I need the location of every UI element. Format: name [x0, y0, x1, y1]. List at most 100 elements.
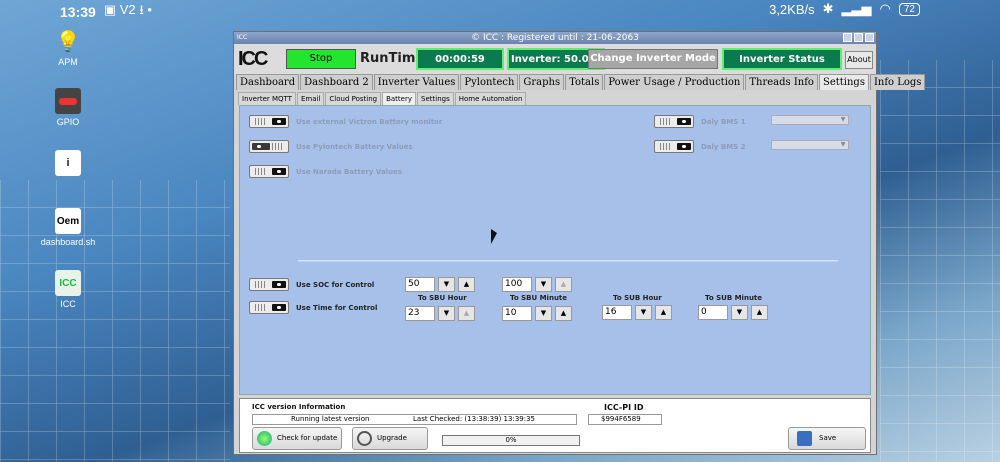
upgrade-button[interactable]: Upgrade: [352, 427, 428, 450]
soc-high-input[interactable]: 100: [502, 277, 532, 292]
increment-button[interactable]: ▲: [458, 277, 475, 292]
daly-bms2-select[interactable]: ▼: [771, 140, 849, 150]
daly-bms2-label: Daly BMS 2: [701, 143, 746, 151]
toggle-switch-icon: [55, 88, 81, 114]
tab-graphs[interactable]: Graphs: [519, 74, 565, 90]
change-inverter-mode-button[interactable]: Change Inverter Mode: [588, 49, 718, 69]
settings-subtabs: Inverter MQTT Email Cloud Posting Batter…: [238, 92, 527, 105]
version-info-label: ICC version Information: [252, 403, 346, 411]
subtab-email[interactable]: Email: [296, 92, 325, 105]
icc-window: ICC © ICC : Registered until : 21-06-206…: [233, 31, 926, 455]
use-soc-toggle[interactable]: [249, 278, 289, 291]
soc-low-spinner: 50 ▼ ▲: [405, 277, 475, 292]
increment-button[interactable]: ▲: [555, 306, 572, 321]
lightbulb-icon: 💡: [55, 30, 81, 53]
to-sbu-hour-label: To SBU Hour: [418, 294, 467, 302]
soc-high-spinner: 100 ▼ ▲: [502, 277, 572, 292]
subtab-settings[interactable]: Settings: [417, 92, 454, 105]
to-sbu-minute-input[interactable]: 10: [502, 306, 532, 321]
daly-bms1-select[interactable]: ▼: [771, 115, 849, 125]
check-update-button[interactable]: Check for update: [252, 427, 342, 450]
battery-indicator: 72: [898, 2, 920, 16]
tab-inverter-values[interactable]: Inverter Values: [373, 74, 460, 90]
decrement-button[interactable]: ▼: [438, 306, 455, 321]
daly-bms1-toggle[interactable]: [654, 115, 694, 128]
decrement-button[interactable]: ▼: [535, 277, 552, 292]
tab-totals[interactable]: Totals: [565, 74, 604, 90]
subtab-home-automation[interactable]: Home Automation: [454, 92, 527, 105]
version-footer: ICC version Information Running latest v…: [239, 398, 871, 453]
maximize-button[interactable]: [854, 33, 863, 42]
pylontech-label: Use Pylontech Battery Values: [296, 143, 413, 151]
android-status-bar: 13:39 ▣ V2 ⭳ • 3,2KB/s ✱ ▂▃▅ ◠ 72: [0, 0, 1000, 20]
info-book-icon: i: [55, 150, 81, 176]
battery-settings-panel: Use external Victron Battery monitor Use…: [239, 105, 871, 395]
decrement-button[interactable]: ▼: [535, 306, 552, 321]
solar-panel-left: [0, 180, 230, 462]
victron-toggle[interactable]: [249, 115, 289, 128]
desktop-icon-icc[interactable]: ICC ICC: [38, 270, 98, 309]
tab-pylontech[interactable]: Pylontech: [460, 74, 519, 90]
wifi-icon: ◠: [879, 1, 891, 16]
icc-logo: ICC: [238, 48, 268, 70]
desktop-icon-info[interactable]: i: [38, 150, 98, 179]
use-soc-label: Use SOC for Control: [296, 281, 375, 289]
save-button[interactable]: Save: [788, 427, 866, 450]
subtab-battery[interactable]: Battery: [382, 92, 417, 105]
update-globe-icon: [257, 431, 272, 446]
narada-toggle[interactable]: [249, 165, 289, 178]
increment-button[interactable]: ▲: [555, 277, 572, 292]
tab-info-logs[interactable]: Info Logs: [869, 74, 926, 90]
desktop-icon-gpio[interactable]: GPIO: [38, 88, 98, 127]
decrement-button[interactable]: ▼: [438, 277, 455, 292]
to-sub-minute-spinner: 0 ▼ ▲: [698, 305, 768, 320]
increment-button[interactable]: ▲: [458, 306, 475, 321]
save-disk-icon: [797, 431, 812, 446]
desktop-icon-apm[interactable]: 💡 APM: [38, 28, 98, 68]
chevron-down-icon: ▼: [840, 116, 846, 123]
progress-text: 0%: [505, 436, 517, 444]
increment-button[interactable]: ▲: [751, 305, 768, 320]
inverter-status-button[interactable]: Inverter Status: [722, 48, 842, 70]
about-button[interactable]: About: [845, 51, 873, 69]
minimize-button[interactable]: [843, 33, 852, 42]
tab-power-usage[interactable]: Power Usage / Production: [604, 74, 745, 90]
window-title: © ICC : Registered until : 21-06-2063: [471, 33, 639, 43]
daly-bms1-label: Daly BMS 1: [701, 118, 746, 126]
tab-settings[interactable]: Settings: [818, 74, 869, 90]
clock: 13:39: [60, 4, 96, 20]
runtime-value: 00:00:59: [416, 48, 504, 70]
window-corner-label: ICC: [237, 34, 248, 41]
use-time-toggle[interactable]: [249, 301, 289, 314]
tab-threads-info[interactable]: Threads Info: [745, 74, 818, 90]
subtab-cloud-posting[interactable]: Cloud Posting: [325, 92, 382, 105]
upgrade-progress-bar: 0%: [442, 435, 580, 446]
to-sub-minute-input[interactable]: 0: [698, 305, 728, 320]
soc-low-input[interactable]: 50: [405, 277, 435, 292]
decrement-button[interactable]: ▼: [731, 305, 748, 320]
subtab-inverter-mqtt[interactable]: Inverter MQTT: [238, 92, 296, 105]
increment-button[interactable]: ▲: [655, 305, 672, 320]
decrement-button[interactable]: ▼: [635, 305, 652, 320]
signal-icon: ▂▃▅: [841, 1, 872, 16]
close-button[interactable]: [865, 33, 874, 42]
desktop-icon-dashboard[interactable]: Oem dashboard.sh: [38, 208, 98, 247]
narada-label: Use Narada Battery Values: [296, 168, 402, 176]
network-speed: 3,2KB/s: [769, 1, 815, 17]
runtime-label: RunTime: [360, 51, 425, 66]
daly-bms2-toggle[interactable]: [654, 140, 694, 153]
window-titlebar[interactable]: ICC © ICC : Registered until : 21-06-206…: [234, 32, 876, 44]
to-sub-hour-input[interactable]: 16: [602, 305, 632, 320]
upgrade-cycle-icon: [357, 431, 372, 446]
to-sub-minute-label: To SUB Minute: [705, 294, 763, 302]
pylontech-toggle[interactable]: [249, 140, 289, 153]
icc-logo-icon: ICC: [55, 270, 81, 296]
to-sbu-hour-input[interactable]: 23: [405, 306, 435, 321]
tab-dashboard-2[interactable]: Dashboard 2: [300, 74, 373, 90]
solar-panel-right: [880, 60, 1000, 462]
tab-dashboard[interactable]: Dashboard: [236, 74, 300, 90]
victron-label: Use external Victron Battery monitor: [296, 118, 443, 126]
use-time-label: Use Time for Control: [296, 304, 378, 312]
stop-button[interactable]: Stop: [286, 49, 356, 69]
version-status-field: Running latest version Last Checked: (13…: [252, 414, 577, 425]
